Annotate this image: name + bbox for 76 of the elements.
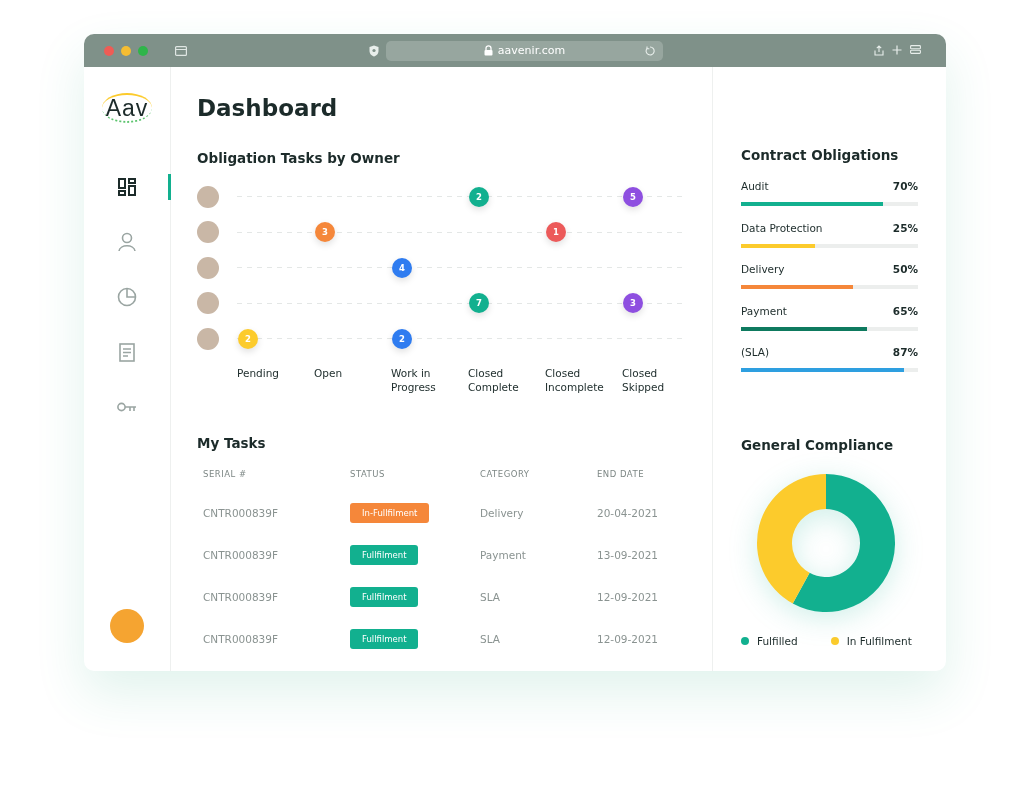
category-cell: Delivery [480,506,524,519]
new-tab-icon[interactable] [892,45,902,55]
date-cell: 13-09-2021 [597,548,659,561]
obligation-label: Delivery [741,262,785,276]
section-title: Contract Obligations [741,146,900,164]
count-bubble: 2 [392,328,412,349]
sidebar-toggle-icon[interactable] [175,45,187,56]
column-header: END DATE [597,468,645,479]
serial-cell: CNTR000839F [203,632,279,645]
legend-label: In Fulfilment [846,634,912,647]
status-label: Closed Complete [468,365,520,394]
count-bubble: 3 [623,293,643,314]
count-bubble: 4 [392,257,412,278]
status-label: Work in Progress [391,365,437,394]
category-cell: Payment [480,548,526,561]
section-title: Obligation Tasks by Owner [197,149,401,167]
percent-value: 25% [892,220,918,235]
section-title: General Compliance [741,435,895,454]
status-tag: Fullfilment [350,544,419,565]
avatar [197,256,219,279]
status-label: Closed Incomplete [545,365,605,394]
reload-icon[interactable] [645,45,655,56]
legend-label: Fulfilled [757,634,798,647]
percent-value: 50% [892,262,918,276]
url-text: aavenir.com [497,44,566,57]
lock-icon [483,45,493,56]
minimize-button[interactable] [121,45,131,56]
avatar [197,185,219,208]
category-cell: SLA [480,632,500,645]
close-button[interactable] [104,45,114,56]
percent-value: 65% [892,303,918,318]
percent-value: 87% [892,345,918,359]
section-title: My Tasks [197,433,267,452]
status-label: Pending [237,365,280,381]
dashboard-icon [118,178,136,196]
count-bubble: 5 [623,186,643,207]
date-cell: 20-04-2021 [597,506,659,519]
shield-icon[interactable] [369,44,379,57]
count-bubble: 3 [315,222,335,243]
serial-cell: CNTR000839F [203,590,279,603]
column-header: CATEGORY [480,468,530,479]
page-title: Dashboard [197,94,339,123]
column-header: SERIAL # [203,468,247,479]
date-cell: 12-09-2021 [597,590,659,603]
avatar [197,327,219,350]
obligation-label: Data Protection [741,220,823,235]
column-header: STATUS [350,468,385,479]
maximize-button[interactable] [138,45,148,56]
share-icon[interactable] [874,45,884,56]
status-label: Open [314,365,344,381]
status-tag: In-Fullfilment [350,502,430,523]
user-icon [118,232,136,252]
key-icon [117,402,137,412]
logo: Aav [101,93,153,123]
obligation-label: Audit [741,179,769,193]
avatar [197,221,219,244]
count-bubble: 7 [469,293,489,314]
address-bar[interactable]: aavenir.com [386,40,663,61]
status-tag: Fullfilment [350,628,419,649]
count-bubble: 1 [546,222,566,243]
percent-value: 70% [892,179,918,193]
date-cell: 12-09-2021 [597,632,659,645]
obligation-label: (SLA) [741,345,770,359]
count-bubble: 2 [469,186,489,207]
serial-cell: CNTR000839F [203,548,279,561]
user-avatar[interactable] [110,609,144,643]
tab-overview-icon[interactable] [910,45,921,54]
avatar [197,292,219,315]
pie-chart-icon [117,287,137,307]
status-tag: Fullfilment [350,586,419,607]
count-bubble: 2 [238,328,258,349]
obligation-label: Payment [741,303,787,318]
document-icon [119,342,135,362]
serial-cell: CNTR000839F [203,506,279,519]
status-label: Closed Skipped [622,365,666,394]
category-cell: SLA [480,590,500,603]
